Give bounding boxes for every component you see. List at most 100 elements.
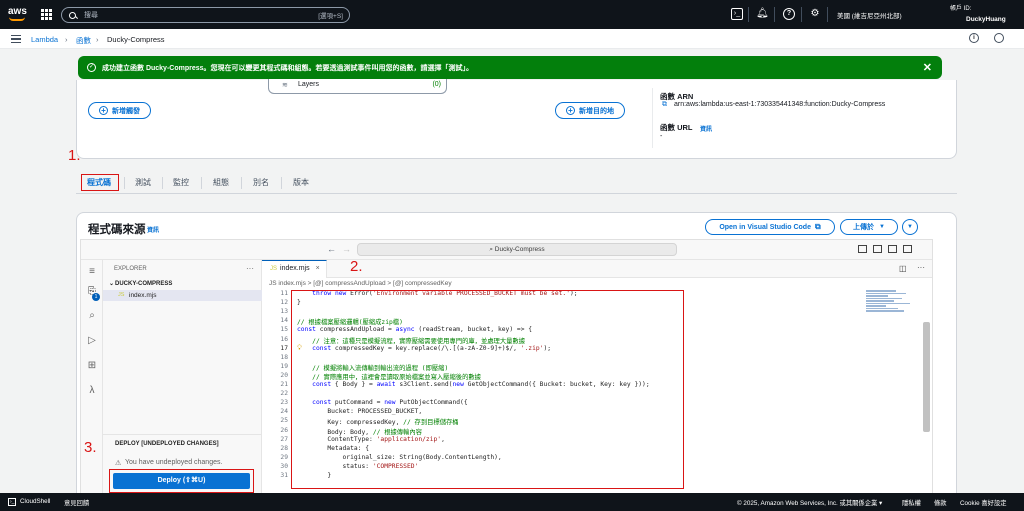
footer-cookies[interactable]: Cookie 喜好設定 <box>960 498 1007 507</box>
back-arrow-icon[interactable]: ← <box>327 244 336 254</box>
editor-tab-index[interactable]: JS index.mjs × <box>262 260 327 278</box>
caret-down-icon: ▼ <box>879 224 885 230</box>
editor-tab-label: index.mjs <box>280 265 310 272</box>
annotation-number-3: 3. <box>84 439 97 456</box>
forward-arrow-icon[interactable]: → <box>342 244 351 254</box>
user-menu[interactable]: DuckyHuang <box>966 16 1006 23</box>
tab-monitor[interactable]: 監控 <box>173 177 189 188</box>
more-icon[interactable]: ··· <box>917 263 925 272</box>
help-icon[interactable]: ? <box>783 8 795 20</box>
minimap[interactable] <box>866 290 916 330</box>
open-vscode-label: Open in Visual Studio Code <box>719 223 811 231</box>
footer-privacy[interactable]: 隱私權 <box>902 498 921 507</box>
breadcrumb-lambda[interactable]: Lambda <box>31 35 58 44</box>
add-trigger-label: 新增觸發 <box>112 107 140 115</box>
layers-box[interactable]: ≋ Layers (0) <box>268 79 447 94</box>
cloudshell-icon[interactable]: ›_ <box>8 498 17 506</box>
line-number: 23 <box>280 399 288 407</box>
extensions-icon[interactable]: ⊞ <box>86 360 98 372</box>
footer-cloudshell[interactable]: CloudShell <box>20 498 50 505</box>
region-selector[interactable]: 美國 (維吉尼亞州北部) <box>837 10 902 20</box>
line-number: 11 <box>280 290 288 297</box>
line-number: 21 <box>280 381 288 388</box>
layers-label: Layers <box>298 81 320 88</box>
editor-scrollbar[interactable] <box>923 322 930 432</box>
annotation-number-2: 2. <box>350 258 363 275</box>
explorer-sidebar: EXPLORER ··· ⌄ DUCKY-COMPRESS JS index.m… <box>103 260 262 493</box>
search-placeholder: 搜尋 <box>84 12 98 19</box>
layout-secondary-icon[interactable] <box>888 245 897 253</box>
info-icon[interactable]: i <box>969 33 979 43</box>
arn-value: arn:aws:lambda:us-east-1:730335441348:fu… <box>674 101 886 108</box>
line-number: 14 <box>280 317 288 325</box>
aws-logo[interactable]: aws <box>8 6 27 21</box>
plus-icon: + <box>566 106 575 115</box>
line-number: 24 <box>280 408 288 416</box>
code-source-info-link[interactable]: 資訊 <box>147 225 159 234</box>
tab-versions[interactable]: 版本 <box>293 177 309 188</box>
url-value: - <box>660 133 663 140</box>
project-folder[interactable]: DUCKY-COMPRESS <box>115 281 172 287</box>
layout-panel-icon[interactable] <box>873 245 882 253</box>
line-number: 18 <box>280 353 288 361</box>
layers-icon: ≋ <box>282 82 288 89</box>
chevron-right-icon: › <box>65 35 68 44</box>
breadcrumb: Lambda › 函數 › Ducky-Compress i <box>0 29 1024 49</box>
annotation-box-3 <box>109 469 254 493</box>
menu-icon[interactable]: ≡ <box>86 266 98 278</box>
tab-test[interactable]: 測試 <box>135 177 151 188</box>
menu-icon[interactable] <box>11 35 21 43</box>
split-editor-icon[interactable]: ◫ <box>899 264 907 273</box>
more-actions-button[interactable]: ▼ <box>902 219 918 235</box>
footer-feedback[interactable]: 意見回饋 <box>64 498 89 507</box>
close-icon[interactable]: × <box>316 265 320 272</box>
upload-dropdown-button[interactable]: 上傳於 ▼ <box>840 219 898 235</box>
explorer-title: EXPLORER <box>114 266 147 272</box>
line-number: 29 <box>280 453 288 461</box>
activity-bar: ≡ ⎘ 1 ⌕ ▷ ⊞ λ <box>81 260 103 493</box>
ide-command-search[interactable]: ⌕ Ducky-Compress <box>357 243 677 256</box>
breadcrumb-functions[interactable]: 函數 <box>76 35 91 46</box>
ide-search-label: Ducky-Compress <box>494 246 545 253</box>
line-number: 22 <box>280 390 288 398</box>
deploy-section-title[interactable]: DEPLOY [UNDEPLOYED CHANGES] <box>115 441 219 447</box>
gear-icon[interactable]: ⚙ <box>809 8 821 20</box>
cloudshell-icon[interactable]: ›_ <box>731 8 743 20</box>
run-debug-icon[interactable]: ▷ <box>86 335 98 347</box>
add-destination-button[interactable]: + 新增目的地 <box>555 102 625 119</box>
copy-icon[interactable]: ⧉ <box>662 101 667 109</box>
search-icon <box>69 11 76 19</box>
line-number: 15 <box>280 326 288 334</box>
footer-terms[interactable]: 條款 <box>934 498 947 507</box>
layout-customize-icon[interactable] <box>903 245 912 253</box>
aws-lambda-icon[interactable]: λ <box>86 385 98 397</box>
explorer-file-row[interactable]: JS index.mjs <box>103 290 262 301</box>
line-number: 12 <box>280 299 288 307</box>
caret-down-icon: ▼ <box>907 224 913 230</box>
tab-aliases[interactable]: 別名 <box>253 177 269 188</box>
bell-icon[interactable]: 🔔︎ <box>756 8 769 20</box>
tab-configuration[interactable]: 組態 <box>213 177 229 188</box>
function-tabs: 程式碼 測試 監控 組態 別名 版本 <box>76 170 957 194</box>
explorer-file: index.mjs <box>129 292 157 299</box>
js-file-icon: JS <box>270 266 278 272</box>
settings-icon[interactable] <box>994 33 1004 43</box>
open-vscode-button[interactable]: Open in Visual Studio Code ⧉ <box>705 219 835 235</box>
banner-message: 成功建立函數 Ducky-Compress。您現在可以變更其程式碼和組態。若要透… <box>102 64 474 72</box>
layout-sidebar-icon[interactable] <box>858 245 867 253</box>
footer-copyright: © 2025, Amazon Web Services, Inc. 或其關係企業… <box>737 500 883 507</box>
search-icon[interactable]: ⌕ <box>86 310 98 322</box>
top-navigation: aws 搜尋 [選項+S] ›_ 🔔︎ ? ⚙ 美國 (維吉尼亞州北部) 帳戶 … <box>0 0 1024 29</box>
url-info-link[interactable]: 資訊 <box>700 124 712 133</box>
url-label: 函數 URL <box>660 123 693 132</box>
files-badge: 1 <box>92 293 100 301</box>
close-icon[interactable]: ✕ <box>923 61 932 74</box>
add-trigger-button[interactable]: + 新增觸發 <box>88 102 151 119</box>
chevron-down-icon: ⌄ <box>109 281 115 287</box>
search-shortcut: [選項+S] <box>318 13 343 20</box>
more-icon[interactable]: ··· <box>246 264 254 273</box>
services-grid-icon[interactable] <box>41 9 52 20</box>
search-input[interactable]: 搜尋 [選項+S] <box>61 7 350 23</box>
undeployed-warning: You have undeployed changes. <box>125 459 223 466</box>
annotation-box-2 <box>291 290 684 489</box>
